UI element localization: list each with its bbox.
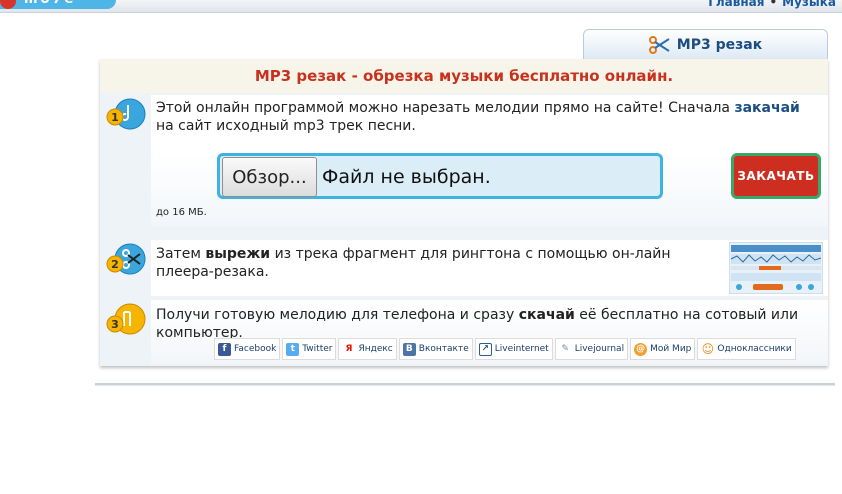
top-nav: Главная • Музыка	[708, 0, 836, 9]
upload-button[interactable]: ЗАКАЧАТЬ	[731, 153, 821, 199]
share-liveinternet[interactable]: ↗ Liveinternet	[474, 338, 553, 360]
logo-dot	[0, 0, 16, 9]
step-1-text-before: Этой онлайн программой можно нарезать ме…	[156, 100, 735, 116]
step-1-text-after: на сайт исходный mp3 трек песни.	[156, 118, 416, 134]
file-status: Файл не выбран.	[322, 166, 491, 188]
liveinternet-icon: ↗	[478, 342, 492, 356]
nav-link-music[interactable]: Музыка	[782, 0, 836, 9]
step-2-icon: 2	[106, 242, 146, 282]
odnoklassniki-icon: ☺	[701, 342, 715, 356]
max-size-note: до 16 МБ.	[156, 207, 207, 218]
tab-label: MP3 резак	[676, 36, 763, 53]
step-3-bold: скачай	[518, 307, 575, 323]
scissors-icon	[648, 35, 670, 54]
vkontakte-icon: B	[402, 342, 416, 356]
cutter-panel: MP3 резак - обрезка музыки бесплатно онл…	[100, 59, 828, 366]
site-logo[interactable]: mo7e	[0, 0, 116, 9]
share-moymir[interactable]: @ Мой Мир	[630, 338, 696, 360]
share-label: Facebook	[234, 344, 277, 354]
share-label: Liveinternet	[494, 344, 549, 354]
livejournal-icon: ✎	[558, 342, 572, 356]
nav-link-home[interactable]: Главная	[708, 0, 764, 9]
bottom-divider	[95, 383, 835, 385]
browse-button[interactable]: Обзор...	[222, 157, 317, 197]
step-1-section: Этой онлайн программой можно нарезать ме…	[151, 95, 828, 226]
step-2-text: Затем вырежи из трека фрагмент для рингт…	[156, 245, 726, 281]
tab-mp3-cutter[interactable]: MP3 резак	[583, 29, 828, 59]
step-3-text: Получи готовую мелодию для телефона и ср…	[156, 306, 826, 342]
step-3-number: 3	[111, 318, 119, 331]
share-label: Мой Мир	[650, 344, 692, 354]
step-3-text-before: Получи готовую мелодию для телефона и ср…	[156, 307, 519, 323]
share-label: Livejournal	[574, 344, 625, 354]
share-label: Яндекс	[358, 344, 393, 354]
step-3-section: Получи готовую мелодию для телефона и ср…	[151, 300, 828, 364]
yandex-icon: Я	[342, 342, 356, 356]
step-2-text-before: Затем	[156, 246, 206, 262]
logo-text: mo7e	[24, 0, 76, 7]
step-1-number: 1	[111, 111, 119, 124]
upload-link[interactable]: закачай	[734, 100, 799, 116]
file-input[interactable]: Обзор... Файл не выбран.	[217, 153, 663, 199]
top-bar: mo7e Главная • Музыка	[0, 0, 842, 13]
share-bar: f Facebook t Twitter Я Яндекс B Вконтакте ↗ L…	[214, 338, 798, 360]
share-facebook[interactable]: f Facebook	[214, 338, 281, 360]
step-2-bold: вырежи	[205, 246, 271, 262]
share-label: Twitter	[302, 344, 333, 354]
moymir-icon: @	[634, 342, 648, 356]
facebook-icon: f	[218, 342, 231, 356]
twitter-icon: t	[286, 342, 300, 356]
player-preview-image[interactable]	[729, 242, 823, 294]
page-headline: MP3 резак - обрезка музыки бесплатно онл…	[100, 59, 828, 93]
share-label: Вконтакте	[418, 344, 469, 354]
step-1-icon: 1	[106, 97, 146, 137]
step-1-text: Этой онлайн программой можно нарезать ме…	[156, 99, 816, 135]
share-vkontakte[interactable]: B Вконтакте	[398, 338, 473, 360]
step-2-number: 2	[111, 258, 119, 271]
share-yandex[interactable]: Я Яндекс	[338, 338, 397, 360]
share-label: Одноклассники	[717, 344, 792, 354]
share-odnoklassniki[interactable]: ☺ Одноклассники	[697, 338, 796, 360]
step-2-section: Затем вырежи из трека фрагмент для рингт…	[151, 240, 828, 296]
share-livejournal[interactable]: ✎ Livejournal	[554, 338, 629, 360]
nav-separator: •	[769, 0, 778, 9]
step-3-icon: 3	[106, 302, 146, 342]
share-twitter[interactable]: t Twitter	[282, 338, 337, 360]
